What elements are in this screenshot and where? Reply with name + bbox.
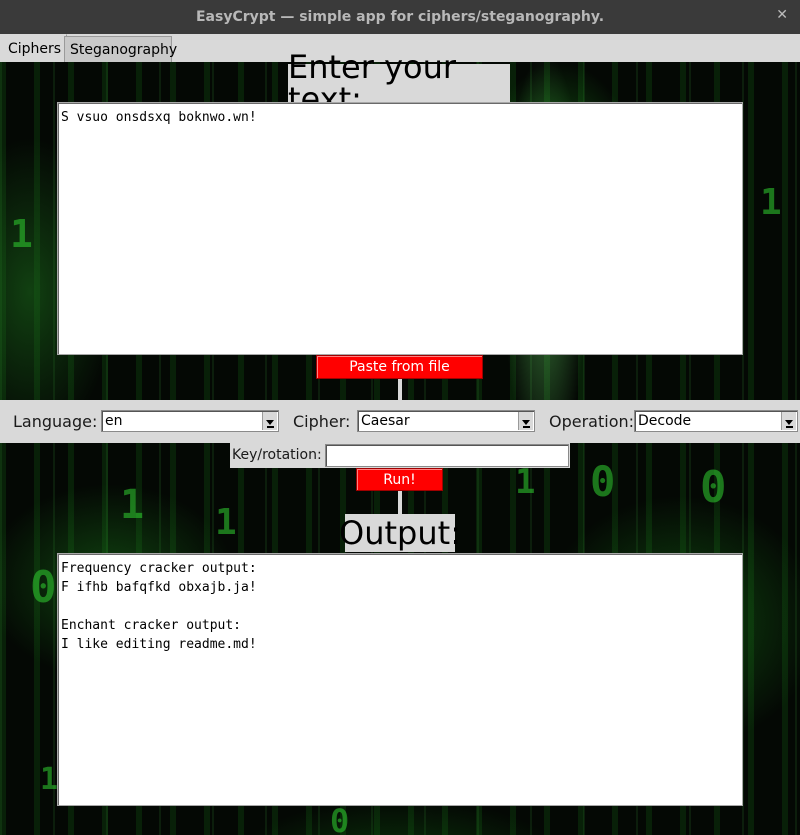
connector-line xyxy=(398,491,402,514)
background-glyph: 1 xyxy=(10,212,33,256)
operation-value: Decode xyxy=(638,413,692,429)
cipher-select[interactable]: Caesar xyxy=(357,410,535,432)
cipher-value: Caesar xyxy=(361,413,410,429)
background-glyph: 1 xyxy=(40,762,59,797)
close-icon[interactable]: ✕ xyxy=(776,7,788,23)
background-glyph: 0 xyxy=(590,457,616,506)
dropdown-arrow-icon xyxy=(262,412,277,430)
language-value: en xyxy=(105,413,123,429)
run-button[interactable]: Run! xyxy=(356,468,443,491)
options-bar: Language: en Cipher: Caesar Operation: D… xyxy=(0,400,800,443)
language-select[interactable]: en xyxy=(101,410,279,432)
key-row: Key/rotation: xyxy=(230,443,570,468)
background-glyph: 0 xyxy=(330,802,350,835)
paste-from-file-button[interactable]: Paste from file xyxy=(316,355,483,379)
input-text-area[interactable]: S vsuo onsdsxq boknwo.wn! xyxy=(57,102,743,355)
dropdown-arrow-icon xyxy=(781,412,796,430)
background-glyph: 1 xyxy=(515,462,536,502)
background-glyph: 1 xyxy=(760,182,782,223)
background-glyph: 0 xyxy=(700,462,727,513)
background-glyph: 1 xyxy=(215,502,237,543)
language-label: Language: xyxy=(13,412,98,431)
connector-line xyxy=(398,379,402,400)
output-heading: Output: xyxy=(339,514,461,552)
key-rotation-label: Key/rotation: xyxy=(232,447,322,463)
dropdown-arrow-icon xyxy=(518,412,533,430)
operation-select[interactable]: Decode xyxy=(634,410,798,432)
tab-steganography[interactable]: Steganography xyxy=(64,36,177,62)
operation-label: Operation: xyxy=(549,412,635,431)
output-text-area[interactable]: Frequency cracker output: F ifhb bafqfkd… xyxy=(57,553,743,806)
cipher-label: Cipher: xyxy=(293,412,351,431)
input-heading: Enter your text: xyxy=(288,51,510,115)
window-title: EasyCrypt — simple app for ciphers/stega… xyxy=(195,9,605,25)
background-glyph: 1 xyxy=(120,482,145,528)
background-glyph: 0 xyxy=(30,562,57,613)
tab-ciphers[interactable]: Ciphers xyxy=(2,34,68,62)
key-rotation-input[interactable] xyxy=(325,444,569,467)
window-titlebar: EasyCrypt — simple app for ciphers/stega… xyxy=(0,0,800,34)
